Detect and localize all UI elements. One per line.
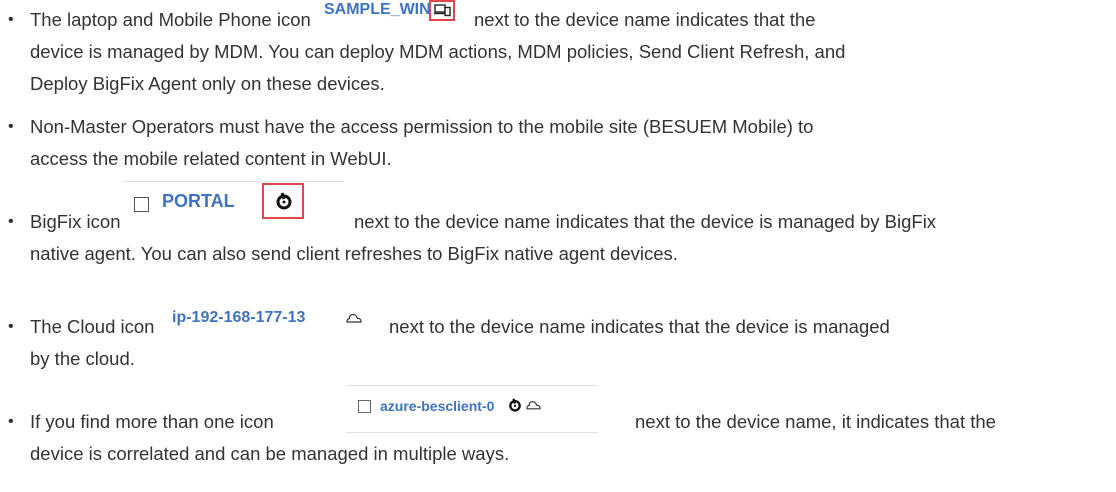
item-text: next to the device name, it indicates th…	[635, 411, 996, 432]
document-page: • The laptop and Mobile Phone icon SAMPL…	[0, 0, 1116, 492]
item-text: Deploy BigFix Agent only on these device…	[30, 73, 385, 94]
item-text: access the mobile related content in Web…	[30, 148, 392, 169]
device-name-link[interactable]: ip-192-168-177-13	[172, 302, 305, 334]
device-chip: azure-besclient-0	[346, 385, 598, 433]
item-text: by the cloud.	[30, 348, 135, 369]
bigfix-icon	[509, 398, 521, 412]
device-name-link[interactable]: SAMPLE_WIN	[324, 0, 431, 26]
cloud-icon	[346, 313, 362, 323]
item-text: native agent. You can also send client r…	[30, 243, 678, 264]
item-text: next to the device name indicates that t…	[474, 9, 816, 30]
item-text: next to the device name indicates that t…	[354, 211, 937, 232]
bullet: •	[8, 318, 14, 335]
bigfix-icon	[276, 192, 292, 210]
device-chip: PORTAL	[122, 181, 344, 234]
bullet: •	[8, 118, 14, 135]
bullet: •	[8, 11, 14, 28]
item-text: Non-Master Operators must have the acces…	[30, 116, 814, 137]
row-checkbox[interactable]	[134, 197, 149, 212]
item-text: BigFix icon	[30, 211, 121, 232]
row-checkbox[interactable]	[358, 400, 371, 413]
laptop-mobile-icon	[434, 4, 451, 17]
item-text: The laptop and Mobile Phone icon	[30, 9, 311, 30]
device-name-link[interactable]: PORTAL	[162, 186, 235, 216]
cloud-icon	[526, 401, 541, 410]
bullet: •	[8, 213, 14, 230]
item-text: next to the device name indicates that t…	[389, 316, 890, 337]
item-text: The Cloud icon	[30, 316, 155, 337]
highlight-box	[262, 183, 304, 219]
device-name-link[interactable]: azure-besclient-0	[380, 391, 494, 421]
bullet: •	[8, 413, 14, 430]
highlight-box	[429, 0, 455, 21]
item-text: device is managed by MDM. You can deploy…	[30, 41, 846, 62]
item-text: device is correlated and can be managed …	[30, 443, 510, 464]
item-text: If you find more than one icon	[30, 411, 274, 432]
